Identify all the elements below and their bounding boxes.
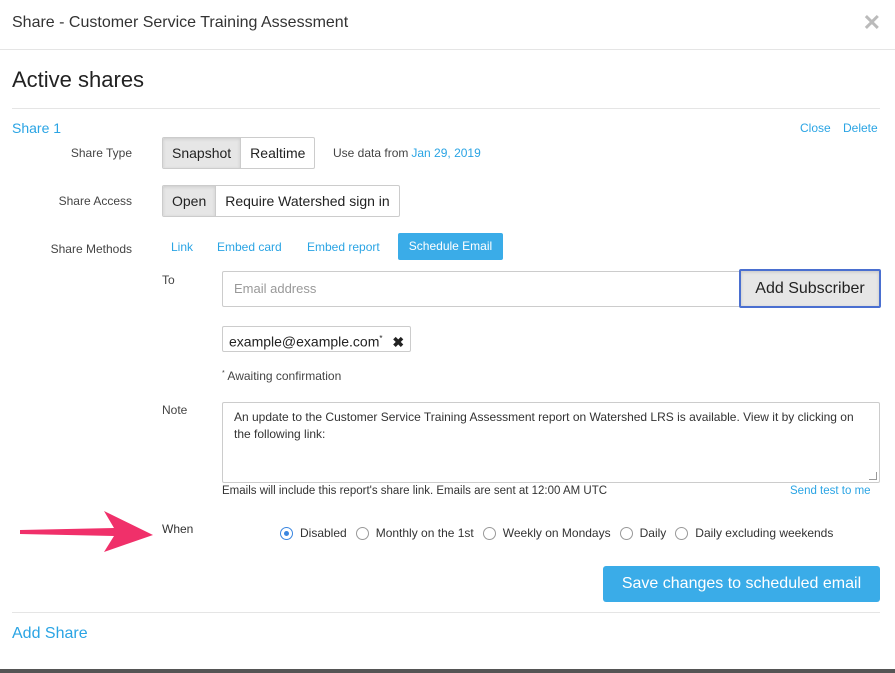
snapshot-button[interactable]: Snapshot bbox=[163, 138, 242, 168]
open-button[interactable]: Open bbox=[163, 186, 217, 216]
awaiting-mark: * bbox=[222, 370, 225, 377]
radio-label: Weekly on Mondays bbox=[502, 526, 611, 540]
delete-share-link[interactable]: Delete bbox=[843, 121, 878, 135]
radio-weekly[interactable]: Weekly on Mondays bbox=[482, 526, 611, 540]
to-label: To bbox=[162, 273, 175, 287]
radio-monthly[interactable]: Monthly on the 1st bbox=[355, 526, 474, 540]
method-schedule-email[interactable]: Schedule Email bbox=[398, 233, 503, 260]
radio-disabled[interactable]: Disabled bbox=[280, 526, 347, 540]
date-prefix: Use data from bbox=[333, 146, 409, 160]
resize-handle-icon[interactable] bbox=[869, 472, 877, 480]
modal-title: Share - Customer Service Training Assess… bbox=[12, 14, 349, 31]
date-note: Use data from Jan 29, 2019 bbox=[333, 146, 481, 160]
radio-checked-icon bbox=[280, 526, 293, 540]
radio-label: Daily bbox=[639, 526, 667, 540]
divider bbox=[12, 108, 880, 109]
note-text: An update to the Customer Service Traini… bbox=[234, 410, 854, 441]
schedule-radio-group: Disabled Monthly on the 1st Weekly on Mo… bbox=[280, 526, 842, 540]
awaiting-confirmation-note: * Awaiting confirmation bbox=[222, 369, 341, 383]
email-info-note: Emails will include this report's share … bbox=[222, 485, 608, 497]
date-picker-link[interactable]: Jan 29, 2019 bbox=[411, 146, 480, 160]
method-link[interactable]: Link bbox=[171, 240, 193, 254]
close-share-link[interactable]: Close bbox=[800, 121, 831, 135]
add-subscriber-button[interactable]: Add Subscriber bbox=[739, 269, 881, 308]
send-test-link[interactable]: Send test to me bbox=[790, 485, 871, 497]
section-title: Active shares bbox=[12, 67, 145, 92]
remove-subscriber-icon[interactable]: ✖ bbox=[392, 334, 404, 350]
subscriber-tag: example@example.com* ✖ bbox=[222, 326, 412, 352]
share-type-label: Share Type bbox=[70, 146, 132, 160]
close-icon[interactable]: ✕ bbox=[863, 10, 881, 36]
radio-unchecked-icon bbox=[619, 526, 633, 540]
require-signin-button[interactable]: Require Watershed sign in bbox=[216, 186, 398, 216]
email-input[interactable]: Email address bbox=[222, 271, 742, 307]
share-methods-label: Share Methods bbox=[50, 242, 132, 256]
share-access-toggle: Open Require Watershed sign in bbox=[162, 185, 400, 217]
save-changes-button[interactable]: Save changes to scheduled email bbox=[603, 566, 880, 602]
method-embed-report[interactable]: Embed report bbox=[307, 240, 380, 254]
add-share-link[interactable]: Add Share bbox=[12, 625, 88, 643]
note-label: Note bbox=[162, 403, 188, 417]
share-access-label: Share Access bbox=[58, 194, 132, 208]
when-label: When bbox=[162, 522, 194, 536]
awaiting-text: Awaiting confirmation bbox=[227, 369, 342, 383]
share-type-toggle: Snapshot Realtime bbox=[162, 137, 316, 169]
radio-label: Disabled bbox=[300, 526, 347, 540]
realtime-button[interactable]: Realtime bbox=[241, 138, 314, 168]
pending-mark: * bbox=[379, 334, 383, 343]
radio-label: Monthly on the 1st bbox=[375, 526, 474, 540]
radio-label: Daily excluding weekends bbox=[695, 526, 834, 540]
radio-unchecked-icon bbox=[355, 526, 369, 540]
arrow-shape bbox=[20, 511, 153, 552]
pointer-arrow-icon bbox=[20, 511, 153, 552]
radio-unchecked-icon bbox=[482, 526, 496, 540]
subscriber-email: example@example.com bbox=[229, 333, 380, 350]
radio-unchecked-icon bbox=[675, 526, 689, 540]
note-textarea[interactable]: An update to the Customer Service Traini… bbox=[222, 402, 880, 483]
divider bbox=[12, 612, 880, 613]
modal-header: Share - Customer Service Training Assess… bbox=[0, 0, 895, 50]
radio-daily-weekdays[interactable]: Daily excluding weekends bbox=[675, 526, 833, 540]
modal-bottom-edge bbox=[0, 669, 895, 673]
radio-daily[interactable]: Daily bbox=[619, 526, 667, 540]
share-name[interactable]: Share 1 bbox=[12, 120, 61, 136]
method-embed-card[interactable]: Embed card bbox=[217, 240, 282, 254]
